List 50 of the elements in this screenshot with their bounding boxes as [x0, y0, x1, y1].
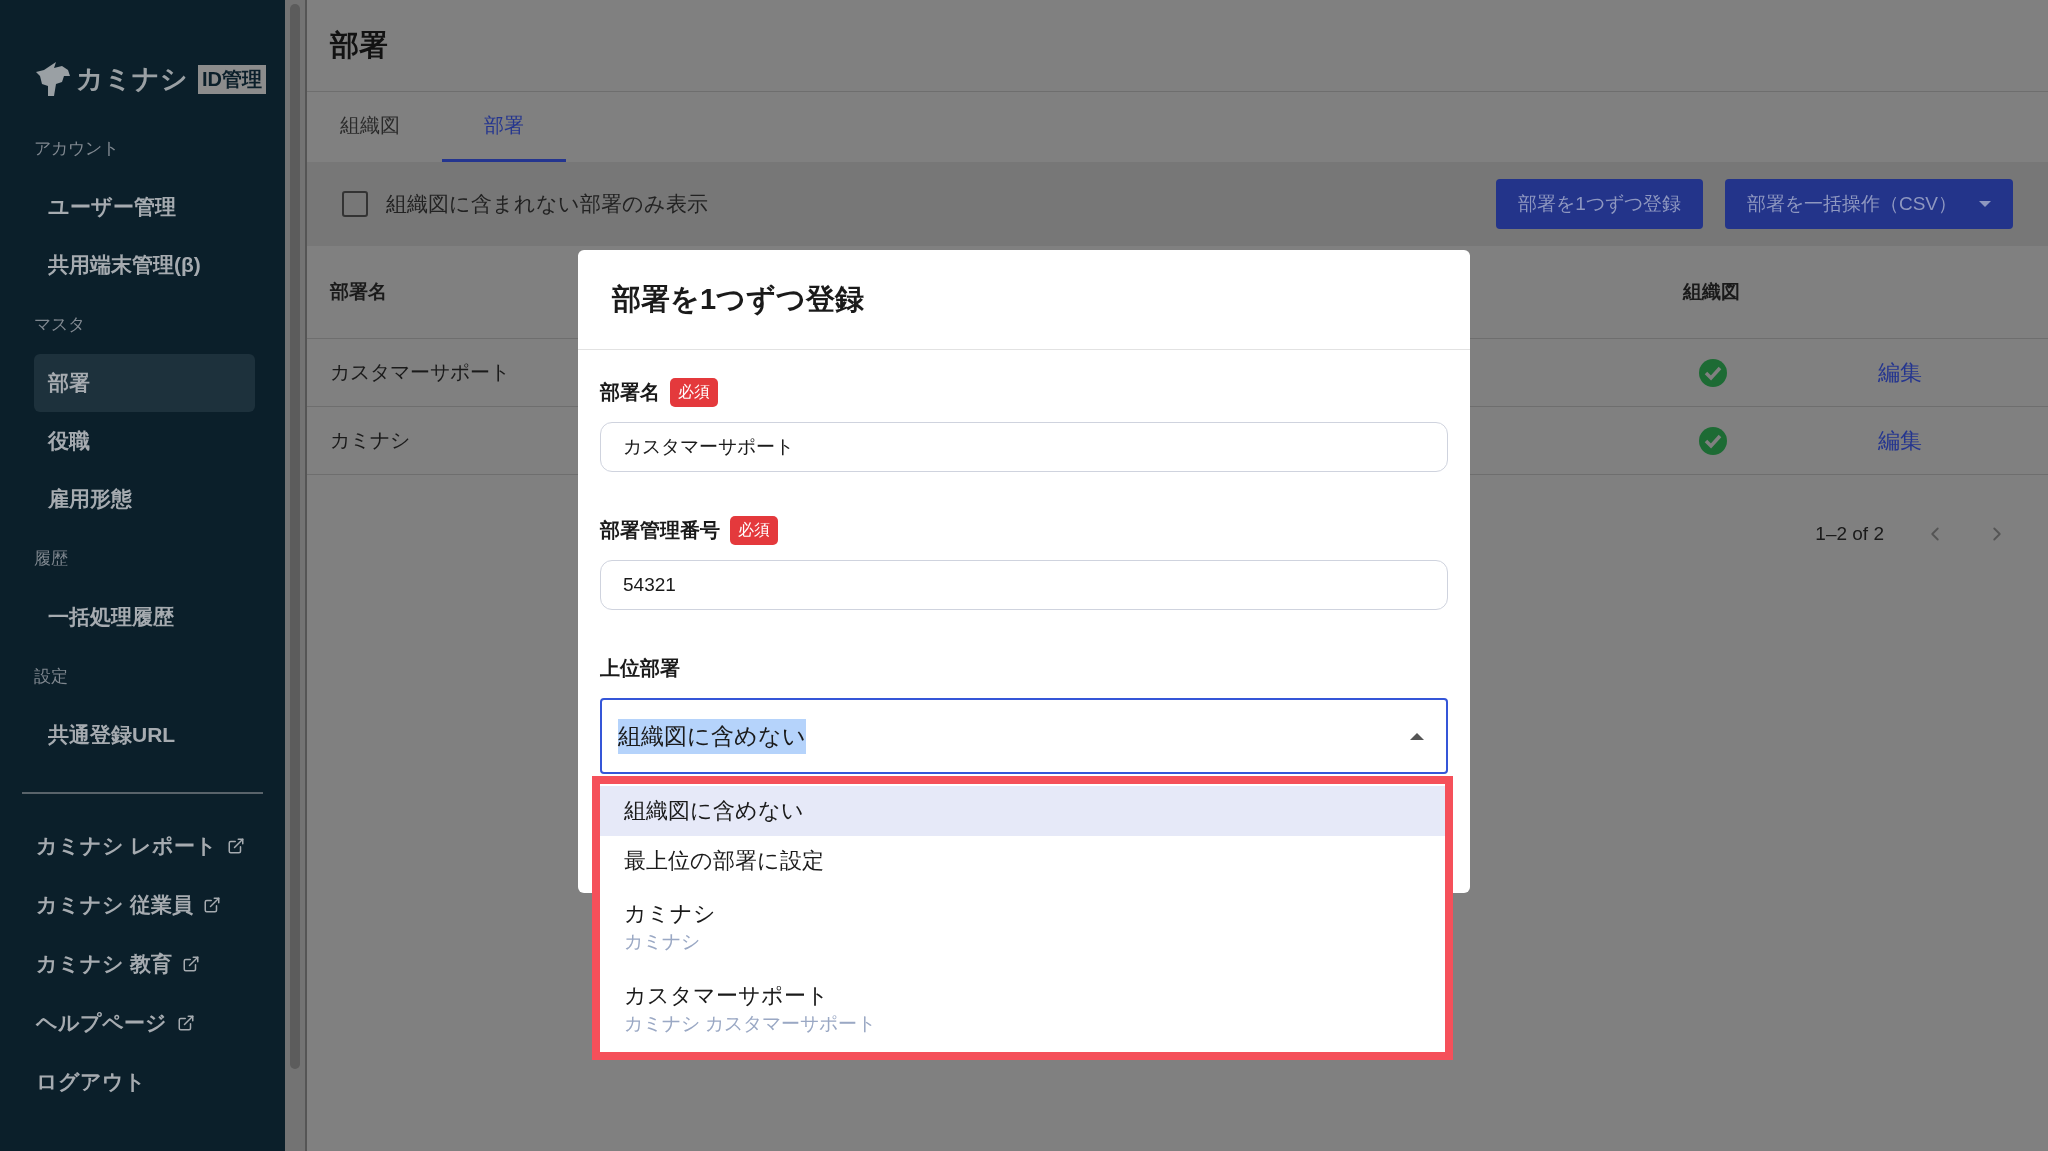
table-cell: カスタマーサポート: [330, 361, 510, 383]
checkbox[interactable]: [342, 191, 368, 217]
logo-badge: ID管理: [198, 64, 266, 94]
sidebar-link-label[interactable]: ヘルプページ: [36, 1008, 167, 1037]
logo-text: カミナシ: [76, 63, 188, 96]
sidebar-link[interactable]: ヘルプページ: [0, 993, 285, 1052]
caret-icon: [1979, 201, 1991, 207]
sidebar-link[interactable]: ログアウト: [0, 1052, 285, 1111]
input-field[interactable]: 54321: [600, 560, 1448, 610]
dropdown-option[interactable]: 組織図に含めない: [600, 786, 1445, 836]
animal-logo-icon: [34, 62, 72, 96]
sidebar-item[interactable]: 部署: [34, 354, 255, 412]
checkbox-label: 組織図に含まれない部署のみ表示: [386, 191, 709, 217]
sidebar-link[interactable]: カミナシ レポート: [0, 816, 285, 875]
sidebar-item[interactable]: 雇用形態: [34, 470, 255, 528]
modal-title: 部署を1つずつ登録: [612, 281, 865, 318]
caret-icon: [1410, 732, 1424, 740]
sidebar-section-label: マスタ: [33, 313, 86, 336]
sidebar-section-label: 履歴: [33, 547, 69, 570]
dropdown-button[interactable]: 部署を一括操作（CSV）: [1724, 179, 2013, 229]
page-title: 部署: [330, 27, 388, 63]
sidebar-section-label: 設定: [33, 665, 69, 688]
sidebar-link[interactable]: カミナシ 従業員: [0, 875, 285, 934]
sidebar-section-label: アカウント: [33, 137, 120, 160]
input-field[interactable]: カスタマーサポート: [600, 422, 1448, 472]
field-label: 上位部署: [600, 655, 680, 681]
sidebar-item[interactable]: ユーザー管理: [34, 178, 255, 236]
sidebar-item[interactable]: 共通登録URL: [34, 706, 255, 764]
register-button[interactable]: 部署を1つずつ登録: [1496, 179, 1703, 229]
sidebar-link-label[interactable]: カミナシ 教育: [36, 949, 172, 978]
scrollbar[interactable]: [290, 4, 300, 1069]
sidebar-link[interactable]: カミナシ 教育: [0, 934, 285, 993]
pagination-range: 1–2 of 2: [1815, 523, 1884, 545]
required-badge: 必須: [730, 515, 778, 545]
required-badge: 必須: [670, 377, 718, 407]
column-header: 部署名: [330, 281, 387, 302]
check-circle-icon: [1698, 425, 1728, 456]
select-field[interactable]: 組織図に含めない: [600, 698, 1448, 774]
sidebar-link-label[interactable]: ログアウト: [36, 1067, 146, 1096]
field-label: 部署管理番号: [600, 517, 720, 543]
sidebar-item[interactable]: 共用端末管理(β): [34, 236, 255, 294]
sidebar-item[interactable]: 一括処理履歴: [34, 588, 255, 646]
sidebar-item[interactable]: 役職: [34, 412, 255, 470]
field-label: 部署名: [600, 379, 660, 405]
column-header: 組織図: [1683, 280, 1740, 304]
tab[interactable]: 組織図: [330, 92, 442, 162]
table-cell: カミナシ: [330, 429, 410, 451]
sidebar-link-label[interactable]: カミナシ レポート: [36, 831, 217, 860]
check-circle-icon: [1698, 357, 1728, 388]
sidebar-link-label[interactable]: カミナシ 従業員: [36, 890, 193, 919]
